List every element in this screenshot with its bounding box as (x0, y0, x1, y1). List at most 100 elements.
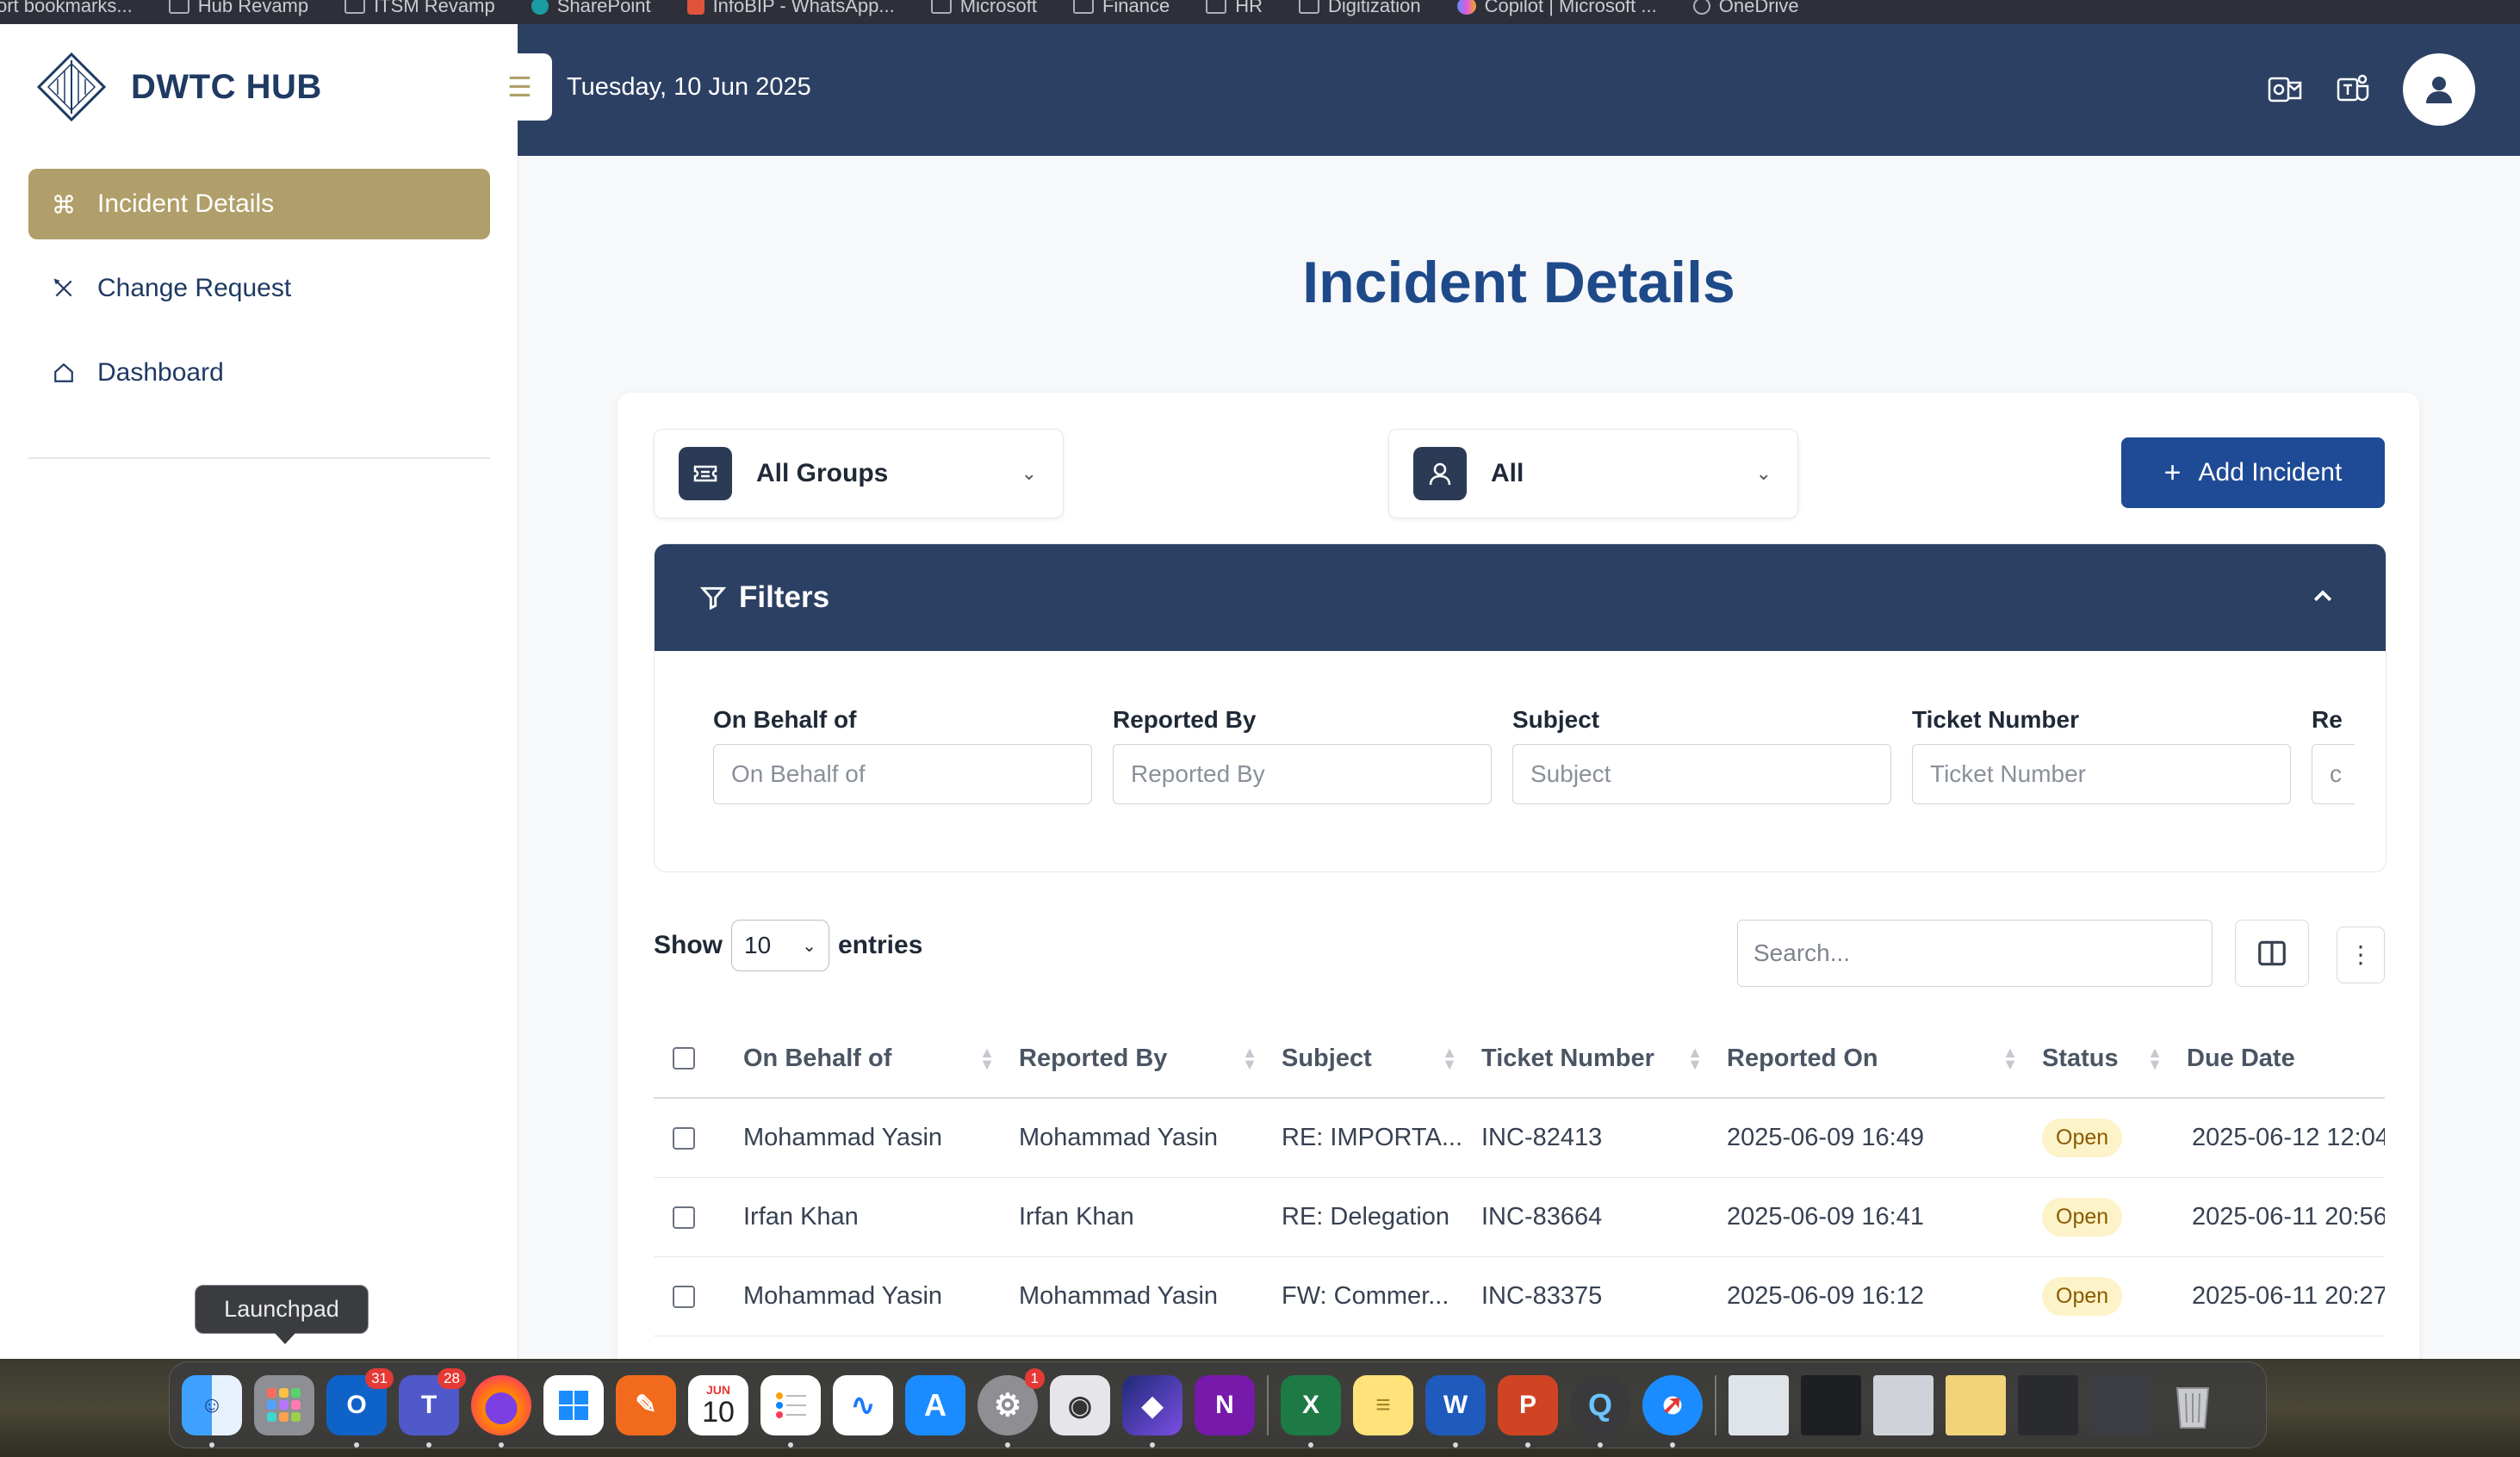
freeform-icon[interactable]: ∿ (833, 1374, 893, 1435)
page-size-select[interactable]: 10 ⌄ (731, 920, 829, 971)
subject-input[interactable]: Subject (1512, 744, 1891, 804)
filters-header[interactable]: Filters (655, 544, 2386, 651)
ticket-icon (679, 447, 732, 500)
minimized-window-thumbnail[interactable] (2018, 1374, 2078, 1435)
sidebar-item-incident-details[interactable]: Incident Details (28, 169, 490, 239)
col-on-behalf[interactable]: On Behalf of ▲ ▼ (731, 1045, 1007, 1073)
group-select[interactable]: All Groups ⌄ (654, 429, 1064, 518)
onenote-icon[interactable]: N (1195, 1374, 1255, 1435)
filters-panel: Filters On Behalf of On Behalf of Report… (654, 543, 2387, 872)
cell-ticket-number[interactable]: INC-82413 (1469, 1124, 1715, 1152)
teams-app-icon[interactable]: T 28 (399, 1367, 466, 1448)
app-store-icon[interactable]: A (905, 1374, 965, 1435)
chevron-up-icon[interactable] (2310, 584, 2336, 610)
brand[interactable]: DWTC HUB (36, 52, 322, 122)
reported-by-input[interactable]: Reported By (1113, 744, 1492, 804)
column-label: Subject (1282, 1044, 1372, 1072)
bookmark-folder[interactable]: Microsoft (930, 0, 1037, 17)
col-status[interactable]: Status ▲ ▼ (2030, 1045, 2175, 1073)
add-incident-label: Add Incident (2198, 458, 2343, 487)
calendar-icon[interactable]: JUN 10 (688, 1374, 748, 1435)
infobip-icon (686, 0, 704, 15)
launchpad-icon[interactable] (254, 1374, 314, 1435)
hamburger-menu-button[interactable]: ☰ (487, 53, 552, 121)
table-row[interactable]: Irfan Khan Irfan Khan RE: Delegation INC… (654, 1178, 2385, 1257)
screenshot-icon[interactable]: ◉ (1050, 1374, 1110, 1435)
show-label: Show (654, 931, 723, 959)
col-due-date[interactable]: Due Date (2175, 1045, 2385, 1073)
sharepoint-icon (531, 0, 549, 15)
word-icon[interactable]: W (1425, 1374, 1486, 1448)
reminders-icon[interactable] (760, 1374, 821, 1448)
excel-icon[interactable]: X (1281, 1374, 1341, 1448)
col-subject[interactable]: Subject ▲ ▼ (1269, 1045, 1469, 1073)
user-avatar[interactable] (2403, 53, 2475, 126)
col-ticket-number[interactable]: Ticket Number ▲ ▼ (1469, 1045, 1715, 1073)
firefox-icon[interactable] (471, 1374, 531, 1448)
minimized-window-thumbnail[interactable] (1801, 1374, 1861, 1435)
bookmark-item[interactable]: ort bookmarks... (0, 0, 133, 17)
bookmark-item[interactable]: OneDrive (1692, 0, 1799, 17)
bookmark-folder[interactable]: Hub Revamp (168, 0, 308, 17)
stickies-icon[interactable]: ≡ (1353, 1374, 1413, 1435)
outlook-icon[interactable] (2265, 70, 2305, 109)
bookmark-item[interactable]: Copilot | Microsoft ... (1456, 0, 1657, 17)
more-options-button[interactable]: ⋮ (2337, 927, 2385, 983)
bookmark-item[interactable]: SharePoint (531, 0, 651, 17)
row-checkbox[interactable] (673, 1285, 695, 1308)
column-toggle-button[interactable] (2235, 920, 2309, 987)
system-settings-icon[interactable]: ⚙ 1 (978, 1367, 1045, 1448)
bookmark-folder[interactable]: Finance (1072, 0, 1170, 17)
powerpoint-icon[interactable]: P (1498, 1374, 1558, 1448)
bookmark-folder[interactable]: HR (1206, 0, 1263, 17)
minimized-window-thumbnail[interactable] (1946, 1374, 2006, 1435)
bookmarks-bar: ort bookmarks... Hub Revamp ITSM Revamp … (0, 0, 2520, 24)
ticket-number-input[interactable]: Ticket Number (1912, 744, 2291, 804)
col-reported-by[interactable]: Reported By ▲ ▼ (1007, 1045, 1269, 1073)
col-reported-on[interactable]: Reported On ▲ ▼ (1715, 1045, 2030, 1073)
layers-app-icon[interactable]: ◆ (1122, 1374, 1182, 1448)
row-select-cell (654, 1126, 731, 1150)
sidebar-item-dashboard[interactable]: Dashboard (28, 338, 490, 408)
minimized-window-thumbnail[interactable] (1873, 1374, 1933, 1435)
dock-separator (1715, 1374, 1716, 1435)
row-checkbox[interactable] (673, 1126, 695, 1150)
incident-card: All Groups ⌄ All ⌄ + Add Incident Filter… (618, 393, 2419, 1359)
row-checkbox[interactable] (673, 1206, 695, 1229)
calendar-day: 10 (702, 1395, 735, 1429)
table-search-input[interactable]: Search... (1737, 920, 2213, 987)
current-date: Tuesday, 10 Jun 2025 (567, 73, 811, 101)
sidebar-item-change-request[interactable]: Change Request (28, 253, 490, 324)
quicktime-icon[interactable]: Q (1570, 1374, 1630, 1448)
teams-icon[interactable] (2334, 70, 2374, 109)
chevron-down-icon: ⌄ (1021, 462, 1037, 484)
bookmark-label: Finance (1102, 0, 1170, 16)
bookmark-folder[interactable]: Digitization (1299, 0, 1421, 17)
bookmark-item[interactable]: InfoBIP - WhatsApp... (686, 0, 895, 17)
reported-on-input[interactable]: c (2312, 744, 2355, 804)
finder-icon[interactable]: ☺ (182, 1374, 242, 1448)
trash-icon[interactable] (2163, 1375, 2223, 1435)
windows-app-icon[interactable] (543, 1374, 604, 1435)
column-label: Ticket Number (1481, 1044, 1654, 1072)
table-row[interactable]: Mohammad Yasin Mohammad Yasin FW: Commer… (654, 1257, 2385, 1336)
table-row[interactable]: Mohammad Yasin Mohammad Yasin RE: IMPORT… (654, 1099, 2385, 1178)
on-behalf-input[interactable]: On Behalf of (713, 744, 1092, 804)
launchpad-tooltip: Launchpad (195, 1285, 369, 1344)
cell-ticket-number[interactable]: INC-83375 (1469, 1282, 1715, 1311)
top-header: Tuesday, 10 Jun 2025 (518, 24, 2520, 156)
cell-ticket-number[interactable]: INC-83664 (1469, 1203, 1715, 1231)
add-incident-button[interactable]: + Add Incident (2121, 437, 2385, 508)
filter-reported-on: Re c (2312, 706, 2355, 804)
outlook-app-icon[interactable]: O 31 (326, 1367, 394, 1448)
bookmark-folder[interactable]: ITSM Revamp (344, 0, 495, 17)
minimized-window-thumbnail[interactable] (1729, 1374, 1789, 1435)
safari-icon[interactable]: ➚ (1642, 1374, 1703, 1448)
pen-app-icon[interactable]: ✎ (616, 1374, 676, 1435)
minimized-window-thumbnail[interactable] (2090, 1374, 2151, 1435)
column-label: Status (2042, 1044, 2119, 1072)
page-size-control: Show 10 ⌄ entries (654, 920, 922, 971)
cell-due-date: 2025-06-11 20:56 (2175, 1203, 2385, 1231)
select-all-checkbox[interactable] (673, 1047, 695, 1070)
user-select[interactable]: All ⌄ (1388, 429, 1798, 518)
